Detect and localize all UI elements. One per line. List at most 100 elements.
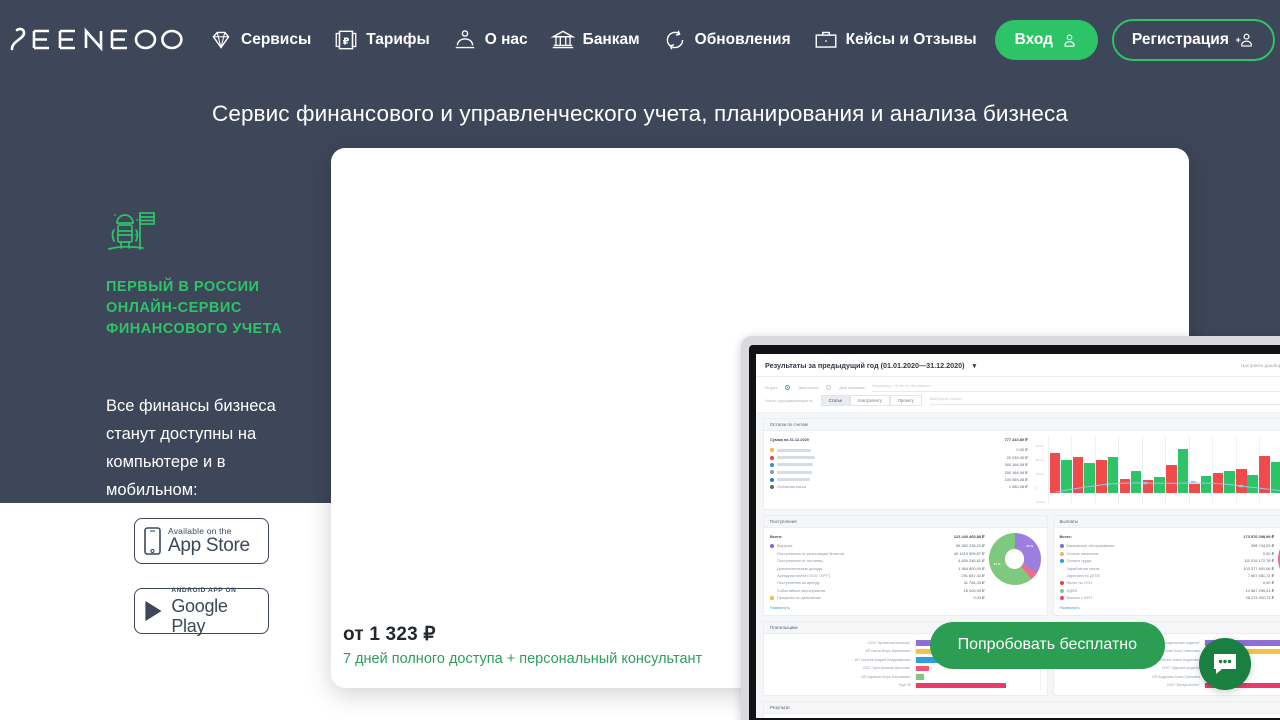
accounts-panel: Остатки по счетам Сумма на 31.12.2020 77…: [763, 418, 1280, 510]
refresh-icon: [666, 30, 683, 50]
payment-value: 0,00 ₽: [1262, 550, 1274, 556]
people-icon: [455, 30, 474, 49]
cosmonaut-flag-icon: [108, 212, 155, 250]
income-label: Проценты по депозитам: [777, 595, 821, 601]
table-row: 0,00 ₽: [770, 446, 1028, 453]
donut-slice-label: 34 %: [1026, 544, 1034, 549]
accounts-total-label: Сумма на 31.12.2020: [770, 437, 809, 442]
payments-total-label: Всего:: [1059, 534, 1072, 539]
table-row: Поступления от реализации билетов 40 1019…: [770, 550, 985, 557]
payment-label: Оплата труда: [1066, 558, 1092, 564]
accounts-list: Сумма на 31.12.2020 777 440,80 ₽ 0,00 ₽: [770, 436, 1028, 504]
table-row: 200 168,08 ₽: [770, 469, 1028, 476]
account-value: 300 166,08 ₽: [1004, 462, 1028, 468]
income-panel: Поступления Всего: 123 440 465,88 ₽ Выру…: [763, 515, 1048, 616]
price-subtitle: 7 дней полного доступа + персональный ко…: [343, 651, 703, 667]
payment-label: Снятие наличных: [1066, 550, 1099, 556]
income-value: 41 764,33 ₽: [963, 580, 985, 586]
table-row: Событийные мероприятия 15 000,00 ₽: [770, 587, 985, 594]
income-label: Дополнительные доходы: [777, 565, 823, 571]
income-value: 40 1019 509,87 ₽: [953, 550, 985, 556]
user-icon: [1064, 33, 1075, 47]
login-button[interactable]: Вход: [994, 20, 1098, 60]
table-row: Зарплата по ДГПХ 7 607 681,72 ₽: [1060, 572, 1275, 579]
nav-actions: Вход Регистрация: [994, 19, 1275, 61]
register-button[interactable]: Регистрация: [1111, 19, 1275, 61]
table-row: Проценты по депозитам 0,00 ₽: [770, 594, 985, 601]
chat-bubble-icon: [1214, 654, 1236, 674]
nav-item-tariffs[interactable]: ₽ Тарифы: [333, 27, 430, 53]
app-store-badges: Available on the App Store ANDROID APP O…: [134, 518, 269, 658]
table-row: Оплата труда 111 019 172,78 ₽: [1059, 557, 1274, 564]
income-value: 56 392 238,22 ₽: [956, 543, 985, 549]
payments-panel: Выплаты Всего: 173 576 098,99 ₽ Банковск…: [1052, 515, 1280, 616]
appstore-badge[interactable]: Available on the App Store: [134, 518, 269, 564]
account-select[interactable]: Например, «Счёт в Сбербанке»: [872, 383, 1280, 392]
chat-widget-button[interactable]: [1199, 638, 1251, 690]
accounts-panel-header: Остатки по счетам: [764, 419, 1280, 431]
filter-tab-project[interactable]: Проекту: [889, 395, 922, 406]
payment-label: Зарплата по ДГПХ: [1066, 573, 1101, 579]
pricing-block: от 1 323 ₽ 7 дней полного доступа + перс…: [343, 623, 702, 667]
play-triangle-icon: [145, 600, 162, 622]
googleplay-big-text: Google Play: [171, 596, 228, 636]
nav-item-services[interactable]: Сервисы: [208, 27, 311, 53]
account-value: 20 030,40 ₽: [1006, 454, 1028, 460]
login-label: Вход: [1014, 31, 1053, 48]
brand-logo[interactable]: [8, 25, 188, 55]
filter-row-group: Учесть с доходов/расходов по Статье Конт…: [765, 394, 1280, 407]
results-panel-body: Выручка56 392 238,22 ₽ Расходы173 576 09…: [764, 714, 1280, 718]
income-value: 15 000,00 ₽: [963, 587, 985, 593]
table-row: Основная касса 1 080,08 ₽: [770, 483, 1028, 490]
nav-item-about[interactable]: О нас: [452, 27, 528, 53]
table-row: Заработная плата 103 377 491,06 ₽: [1060, 565, 1275, 572]
table-row: Выручка 56 392 238,22 ₽: [770, 542, 985, 549]
payments-panel-header: Выплаты: [1053, 516, 1280, 528]
nav-item-updates[interactable]: Обновления: [662, 27, 791, 53]
top-navigation: Сервисы ₽ Тарифы О нас Банкам Обновления…: [0, 0, 1280, 80]
payment-label: Банковское обслуживание: [1066, 543, 1115, 549]
googleplay-small-text: ANDROID APP ON: [171, 587, 237, 594]
configure-dashboard-link[interactable]: Настроить дашборд: [1241, 363, 1280, 368]
nav-links: Сервисы ₽ Тарифы О нас Банкам Обновления…: [208, 27, 977, 53]
table-row: Снятие наличных 0,00 ₽: [1059, 550, 1274, 557]
nav-item-cases[interactable]: Кейсы и Отзывы: [813, 27, 977, 53]
table-row: Поступления за аренду 41 764,33 ₽: [770, 579, 985, 586]
table-row: Поступления от гостиниц 4 600 246,61 ₽: [770, 557, 985, 564]
seeneco-logo-icon: [10, 27, 183, 52]
account-value: 0,00 ₽: [1016, 447, 1028, 453]
nav-item-label: Сервисы: [241, 31, 312, 48]
filter-group-label: Учесть с доходов/расходов по: [765, 398, 813, 403]
table-row: Банковское обслуживание 398 744,29 ₽: [1059, 542, 1274, 549]
page-title: Сервис финансового и управленческого уче…: [211, 101, 1069, 126]
income-label: Выручка: [777, 543, 793, 549]
dashboard-title-caret[interactable]: ▾: [973, 361, 977, 370]
svg-text:₽: ₽: [343, 36, 350, 47]
dashboard-header: Результаты за предыдущий год (01.01.2020…: [756, 354, 1280, 377]
income-label: Событийные мероприятия: [777, 587, 826, 593]
income-value: 0,00 ₽: [973, 595, 985, 601]
payment-value: 103 377 491,06 ₽: [1243, 565, 1274, 571]
radio-payment-date[interactable]: [785, 385, 791, 390]
y-tick: 20 млн: [1035, 459, 1044, 462]
payment-label: Взносы с ФОТ: [1066, 595, 1093, 601]
y-tick: -10 млн: [1035, 501, 1045, 504]
radio-payment-date-label: Дата оплаты: [798, 385, 819, 390]
status-select[interactable]: Выберите статьи: [929, 396, 1280, 405]
payment-label: Налог по УСН: [1066, 580, 1092, 586]
try-free-button[interactable]: Попробовать бесплатно: [929, 621, 1165, 669]
y-tick: 10 млн: [1035, 473, 1044, 476]
table-row: Арендная плата (ООО "АРТ") 291 667,42 ₽: [770, 572, 985, 579]
diamond-icon: [212, 31, 230, 49]
income-label: Поступления от гостиниц: [777, 558, 823, 564]
payments-total-value: 173 576 098,99 ₽: [1243, 534, 1274, 539]
nav-item-label: Кейсы и Отзывы: [845, 31, 977, 48]
filter-tab-article[interactable]: Статье: [820, 395, 851, 406]
nav-item-label: Тарифы: [366, 31, 430, 48]
card-footer: от 1 323 ₽ 7 дней полного доступа + перс…: [331, 606, 1189, 688]
payment-value: 7 607 681,72 ₽: [1247, 573, 1274, 579]
googleplay-badge[interactable]: ANDROID APP ON Google Play: [134, 587, 269, 636]
nav-item-banks[interactable]: Банкам: [550, 27, 640, 53]
radio-accrual-date[interactable]: [826, 385, 832, 390]
filter-tab-counterparty[interactable]: Контрагенту: [850, 395, 890, 406]
